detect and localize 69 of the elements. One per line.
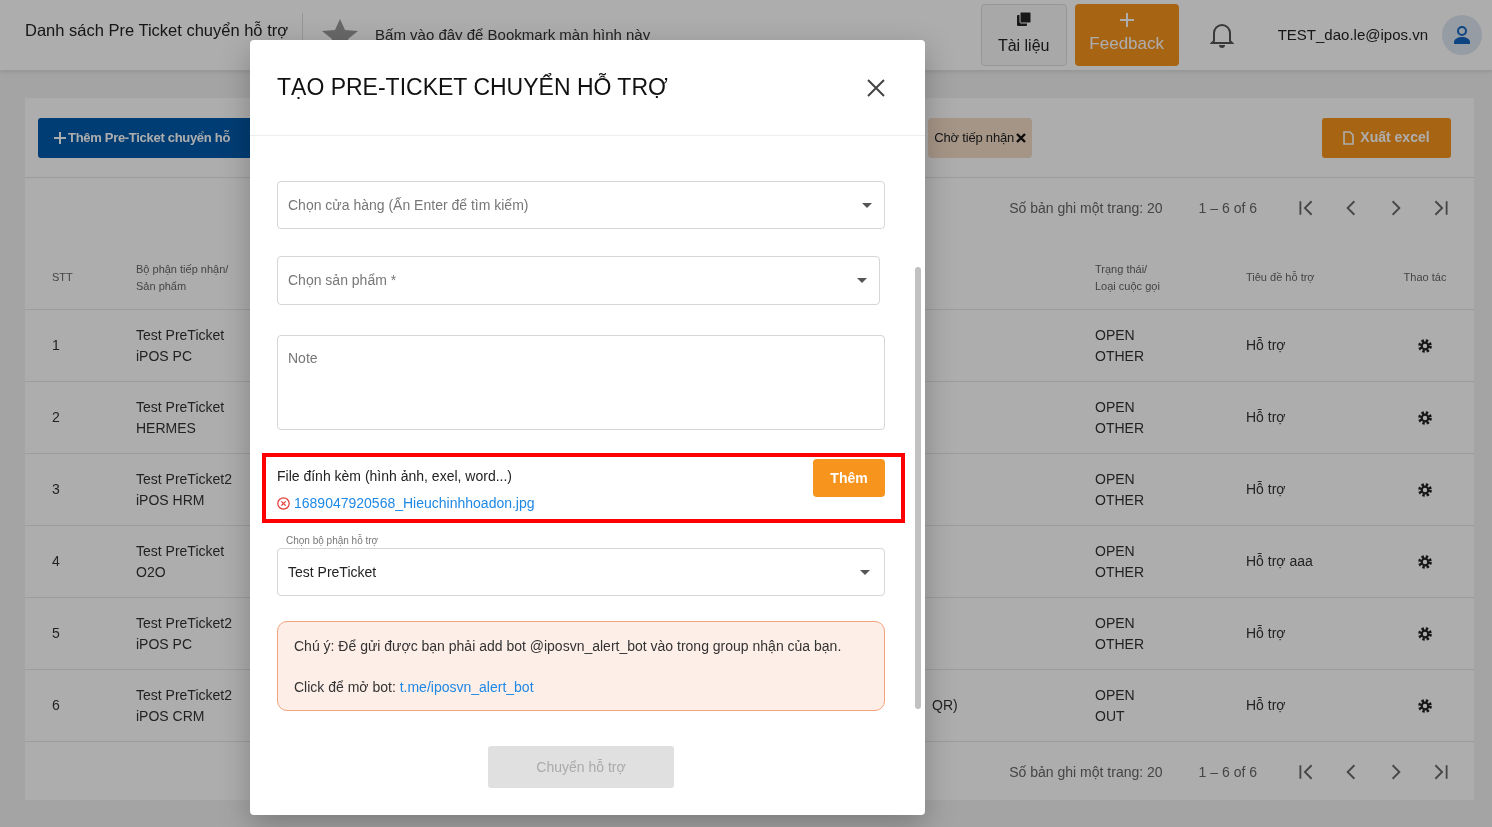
page-size-label: Số bản ghi một trang: 20	[1009, 198, 1163, 218]
table-cell: Test PreTicket2 iPOS CRM	[136, 686, 232, 724]
table-cell: OPEN OTHER	[1095, 470, 1144, 508]
table-cell: OPEN OTHER	[1095, 542, 1144, 580]
close-icon[interactable]	[1016, 132, 1026, 143]
attachment-label: File đính kèm (hình ảnh, exel, word...)	[277, 467, 512, 486]
file-icon	[1343, 130, 1355, 145]
page-range: 1 – 6 of 6	[1198, 198, 1257, 218]
bot-link[interactable]: t.me/iposvn_alert_bot	[399, 679, 534, 695]
notice-text: Click để mở bot:	[294, 679, 396, 695]
product-select[interactable]: Chọn sản phẩm *	[277, 256, 880, 305]
table-cell: OPEN OTHER	[1095, 326, 1144, 364]
table-cell: Hỗ trợ	[1246, 625, 1286, 641]
note-field[interactable]: Note	[277, 335, 885, 430]
column-header: Tiêu đề hỗ trợ	[1246, 271, 1315, 284]
gear-icon[interactable]	[1418, 555, 1432, 570]
table-cell: Test PreTicket2 iPOS PC	[136, 614, 232, 652]
column-header: Bộ phận tiếp nhận/ Sản phẩm	[136, 263, 229, 292]
table-cell: Hỗ trợ	[1246, 697, 1286, 713]
caret-icon	[862, 202, 872, 208]
table-cell: Test PreTicket iPOS PC	[136, 326, 225, 364]
gear-icon[interactable]	[1418, 411, 1432, 426]
table-cell: 1	[52, 337, 60, 353]
page-size-label: Số bản ghi một trang: 20	[1009, 762, 1163, 782]
gear-icon[interactable]	[1418, 483, 1432, 498]
avatar-icon[interactable]	[1442, 15, 1482, 55]
table-cell: 4	[52, 553, 60, 569]
table-cell: OPEN OTHER	[1095, 398, 1144, 436]
table-cell: 6	[52, 697, 60, 713]
gear-icon[interactable]	[1418, 339, 1432, 354]
table-cell: 2	[52, 409, 60, 425]
table-cell: Hỗ trợ	[1246, 409, 1286, 425]
last-page-icon[interactable]	[1432, 199, 1450, 217]
first-page-icon[interactable]	[1297, 199, 1315, 217]
remove-icon[interactable]	[277, 497, 290, 510]
caret-icon	[860, 569, 870, 575]
column-header: Trạng thái/ Loại cuộc gọi	[1095, 263, 1160, 292]
table-cell: Test PreTicket HERMES	[136, 398, 225, 436]
caret-icon	[857, 278, 867, 283]
table-cell: 3	[52, 481, 60, 497]
plus-icon	[1119, 13, 1134, 28]
table-cell: Hỗ trợ aaa	[1246, 553, 1313, 569]
plus-icon	[54, 131, 66, 144]
user-email[interactable]: TEST_dao.le@ipos.vn	[1277, 23, 1428, 47]
table-cell: 5	[52, 625, 60, 641]
last-page-icon[interactable]	[1432, 763, 1450, 781]
page-range: 1 – 6 of 6	[1198, 762, 1257, 782]
book-icon	[1016, 12, 1031, 26]
scrollbar[interactable]	[915, 267, 921, 709]
column-header: Thao tác	[1403, 271, 1447, 284]
filter-chip[interactable]: Chờ tiếp nhận	[928, 117, 1032, 158]
table-cell: Test PreTicket O2O	[136, 542, 225, 580]
table-cell: OPEN OUT	[1095, 686, 1135, 724]
gear-icon[interactable]	[1418, 699, 1432, 714]
docs-button[interactable]: Tài liệu	[980, 4, 1067, 66]
table-cell: Test PreTicket2 iPOS HRM	[136, 470, 232, 508]
first-page-icon[interactable]	[1297, 763, 1315, 781]
gear-icon[interactable]	[1418, 627, 1432, 642]
file-link[interactable]: 1689047920568_Hieuchinhhoadon.jpg	[294, 493, 535, 514]
support-select[interactable]: Test PreTicket	[277, 548, 885, 596]
table-cell: Hỗ trợ	[1246, 481, 1286, 497]
table-cell: QR)	[932, 697, 958, 713]
store-select[interactable]: Chọn cửa hàng (Ấn Enter để tìm kiếm)	[277, 181, 885, 229]
column-header: STT	[52, 271, 73, 284]
dialog-title: TẠO PRE-TICKET CHUYỂN HỖ TRỢ	[277, 73, 668, 102]
table-cell: Hỗ trợ	[1246, 337, 1286, 353]
bell-icon[interactable]	[1209, 22, 1234, 48]
table-cell: OPEN OTHER	[1095, 614, 1144, 652]
notice-text: Chú ý: Để gửi được bạn phải add bot @iposvn_alert_bot vào trong group nhận của bạn.	[294, 637, 843, 656]
